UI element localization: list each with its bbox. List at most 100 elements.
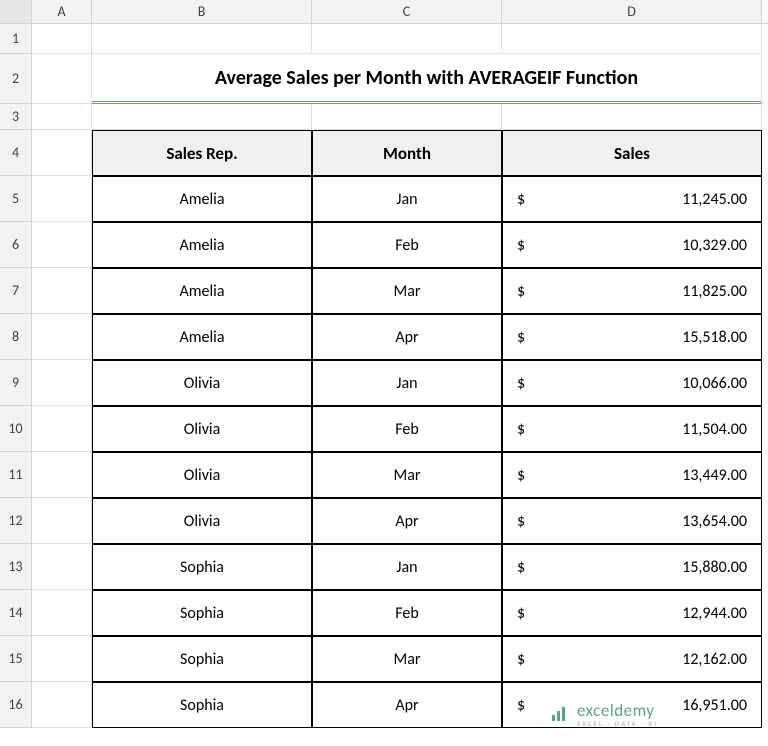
cell-rep[interactable]: Olivia (92, 452, 312, 498)
select-all-corner[interactable] (0, 0, 32, 23)
cell-sales[interactable]: $10,066.00 (502, 360, 762, 406)
currency-symbol: $ (517, 328, 525, 347)
cell-month[interactable]: Mar (312, 636, 502, 682)
row-header-10[interactable]: 10 (0, 406, 32, 452)
column-header-row: A B C D (0, 0, 768, 24)
cell-month[interactable]: Feb (312, 222, 502, 268)
watermark-tagline: EXCEL · DATA · BI (577, 719, 658, 728)
cell-A6[interactable] (32, 222, 92, 268)
cell-C1[interactable] (312, 24, 502, 54)
cell-A9[interactable] (32, 360, 92, 406)
cell-month[interactable]: Jan (312, 176, 502, 222)
currency-symbol: $ (517, 236, 525, 255)
cell-month[interactable]: Feb (312, 590, 502, 636)
cell-A7[interactable] (32, 268, 92, 314)
cell-A8[interactable] (32, 314, 92, 360)
cell-A2[interactable] (32, 54, 92, 104)
cell-month[interactable]: Feb (312, 406, 502, 452)
cell-month[interactable]: Apr (312, 314, 502, 360)
row-header-14[interactable]: 14 (0, 590, 32, 636)
cell-A5[interactable] (32, 176, 92, 222)
cell-sales[interactable]: $10,329.00 (502, 222, 762, 268)
row-header-5[interactable]: 5 (0, 176, 32, 222)
cell-month[interactable]: Mar (312, 452, 502, 498)
cell-sales[interactable]: $12,162.00 (502, 636, 762, 682)
currency-symbol: $ (517, 466, 525, 485)
row-header-1[interactable]: 1 (0, 24, 32, 54)
col-header-C[interactable]: C (312, 0, 502, 23)
cell-month[interactable]: Jan (312, 360, 502, 406)
sales-value: 15,880.00 (682, 558, 747, 577)
sales-value: 13,449.00 (682, 466, 747, 485)
sales-value: 13,654.00 (682, 512, 747, 531)
row-header-12[interactable]: 12 (0, 498, 32, 544)
cell-rep[interactable]: Amelia (92, 268, 312, 314)
table-header-rep[interactable]: Sales Rep. (92, 130, 312, 176)
row-header-13[interactable]: 13 (0, 544, 32, 590)
table-header-month[interactable]: Month (312, 130, 502, 176)
currency-symbol: $ (517, 696, 525, 715)
cell-C3[interactable] (312, 104, 502, 130)
table-header-sales[interactable]: Sales (502, 130, 762, 176)
row-header-3[interactable]: 3 (0, 104, 32, 130)
cell-A12[interactable] (32, 498, 92, 544)
row-header-6[interactable]: 6 (0, 222, 32, 268)
row-header-4[interactable]: 4 (0, 130, 32, 176)
cell-sales[interactable]: $11,245.00 (502, 176, 762, 222)
cell-sales[interactable]: $15,880.00 (502, 544, 762, 590)
row-header-2[interactable]: 2 (0, 54, 32, 104)
cell-rep[interactable]: Olivia (92, 360, 312, 406)
cell-rep[interactable]: Sophia (92, 682, 312, 728)
cell-B3[interactable] (92, 104, 312, 130)
cell-rep[interactable]: Amelia (92, 222, 312, 268)
row-header-16[interactable]: 16 (0, 682, 32, 728)
cell-A4[interactable] (32, 130, 92, 176)
sales-value: 11,504.00 (682, 420, 747, 439)
cell-A3[interactable] (32, 104, 92, 130)
row-header-8[interactable]: 8 (0, 314, 32, 360)
cell-rep[interactable]: Amelia (92, 176, 312, 222)
cell-A14[interactable] (32, 590, 92, 636)
col-header-A[interactable]: A (32, 0, 92, 23)
cell-A11[interactable] (32, 452, 92, 498)
cell-rep[interactable]: Olivia (92, 406, 312, 452)
row-header-11[interactable]: 11 (0, 452, 32, 498)
cell-B1[interactable] (92, 24, 312, 54)
row-header-7[interactable]: 7 (0, 268, 32, 314)
col-header-B[interactable]: B (92, 0, 312, 23)
watermark: exceldemy EXCEL · DATA · BI (549, 700, 658, 728)
cell-A1[interactable] (32, 24, 92, 54)
title-cell[interactable]: Average Sales per Month with AVERAGEIF F… (92, 54, 762, 104)
cell-sales[interactable]: $11,825.00 (502, 268, 762, 314)
cell-sales[interactable]: $15,518.00 (502, 314, 762, 360)
cell-rep[interactable]: Olivia (92, 498, 312, 544)
cell-rep[interactable]: Sophia (92, 636, 312, 682)
cell-A13[interactable] (32, 544, 92, 590)
cell-rep[interactable]: Sophia (92, 544, 312, 590)
cell-sales[interactable]: $13,449.00 (502, 452, 762, 498)
col-header-D[interactable]: D (502, 0, 762, 23)
sales-value: 15,518.00 (682, 328, 747, 347)
cell-sales[interactable]: $13,654.00 (502, 498, 762, 544)
currency-symbol: $ (517, 420, 525, 439)
sales-value: 12,944.00 (682, 604, 747, 623)
currency-symbol: $ (517, 604, 525, 623)
currency-symbol: $ (517, 282, 525, 301)
row-header-15[interactable]: 15 (0, 636, 32, 682)
cell-month[interactable]: Apr (312, 682, 502, 728)
row-header-9[interactable]: 9 (0, 360, 32, 406)
cell-month[interactable]: Apr (312, 498, 502, 544)
cell-sales[interactable]: $11,504.00 (502, 406, 762, 452)
cell-A16[interactable] (32, 682, 92, 728)
cell-rep[interactable]: Amelia (92, 314, 312, 360)
cell-sales[interactable]: $12,944.00 (502, 590, 762, 636)
cell-rep[interactable]: Sophia (92, 590, 312, 636)
cell-D1[interactable] (502, 24, 762, 54)
cell-month[interactable]: Mar (312, 268, 502, 314)
sales-value: 11,825.00 (682, 282, 747, 301)
cell-A10[interactable] (32, 406, 92, 452)
cell-D3[interactable] (502, 104, 762, 130)
cell-month[interactable]: Jan (312, 544, 502, 590)
chart-icon (549, 703, 571, 725)
cell-A15[interactable] (32, 636, 92, 682)
